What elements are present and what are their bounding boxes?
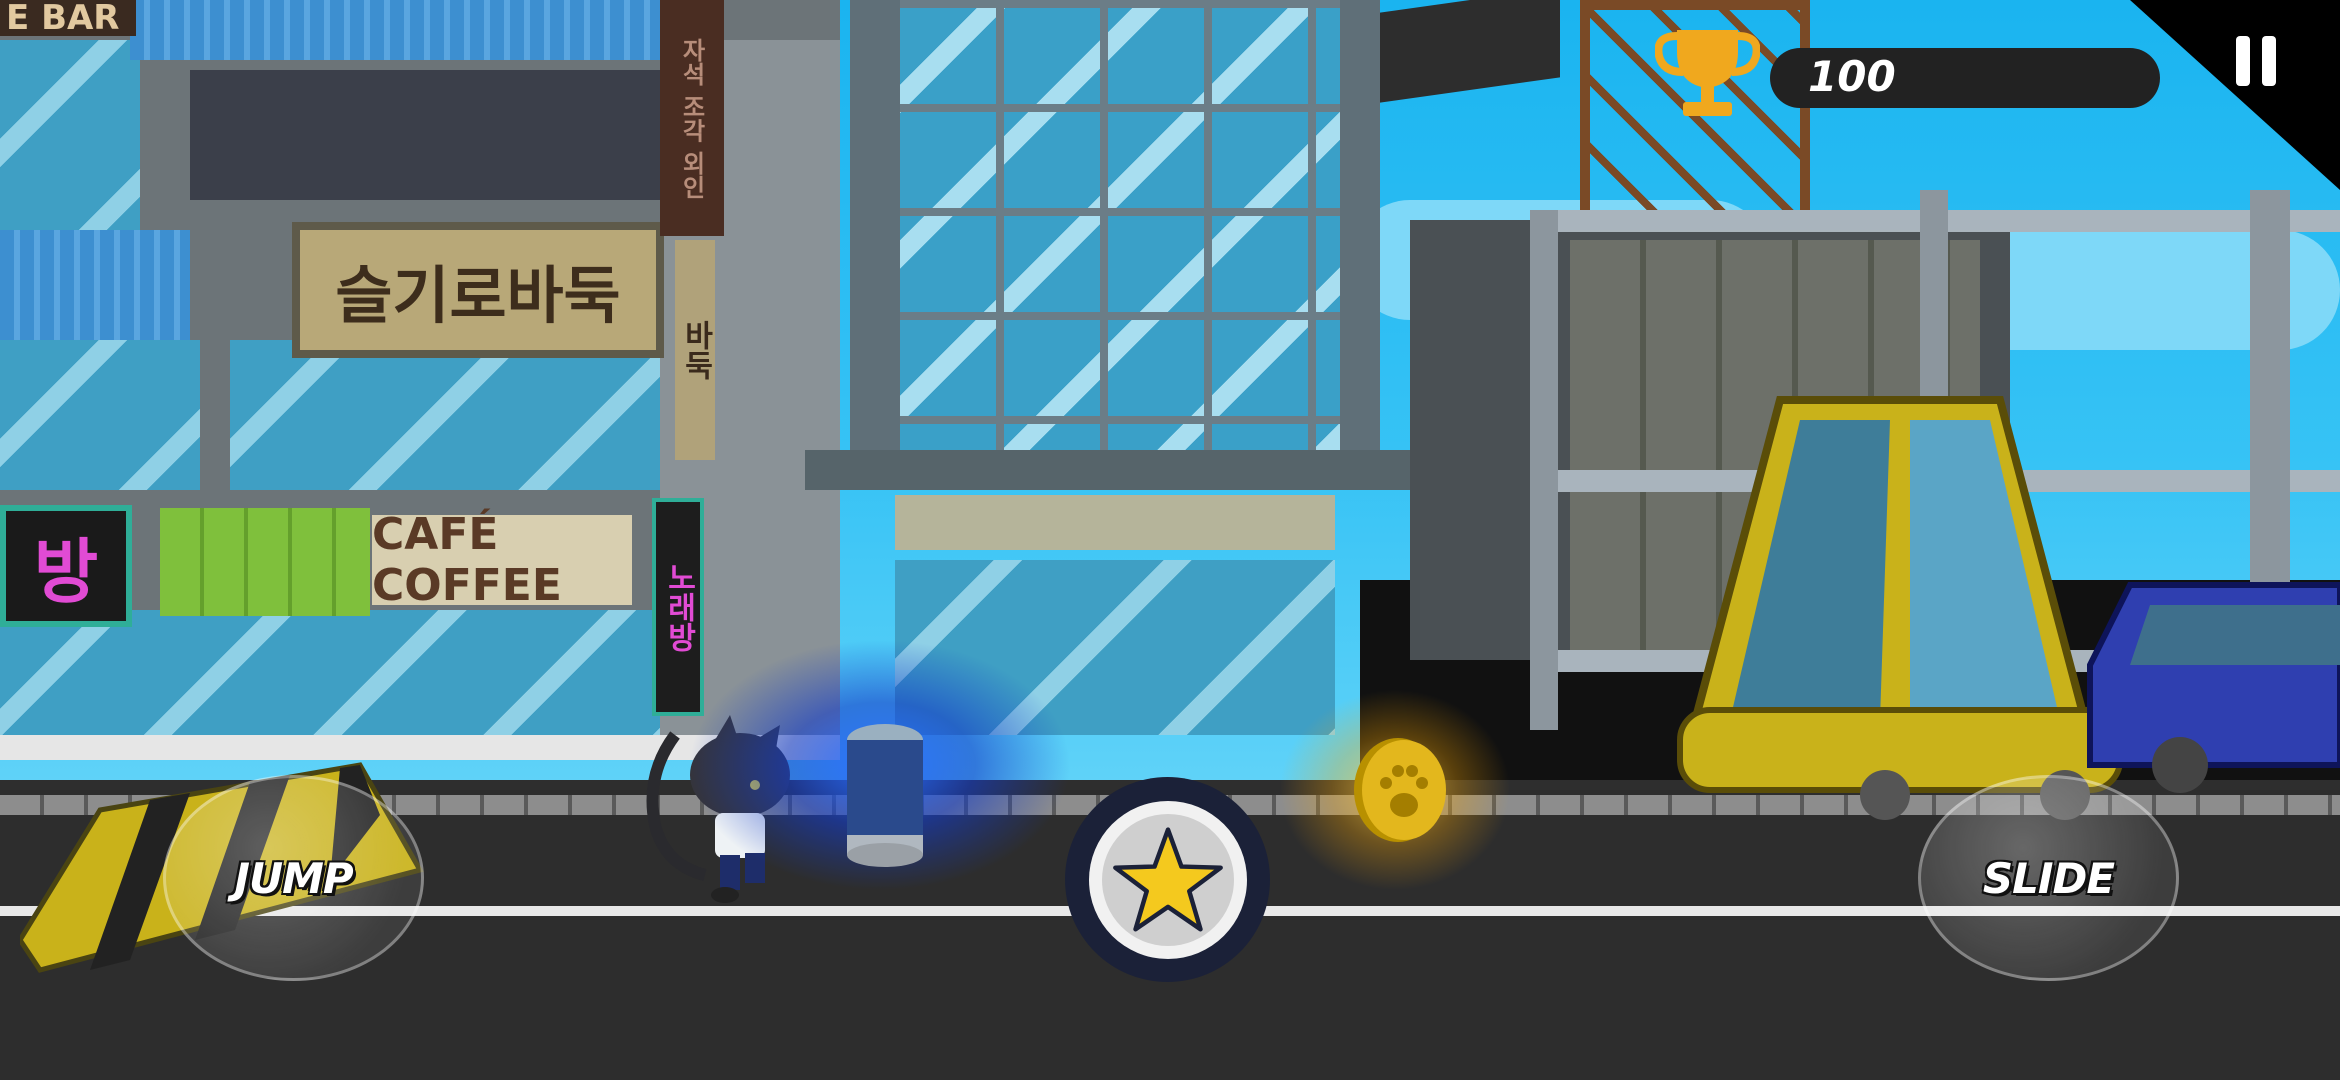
tower-glass <box>900 0 1340 450</box>
awning <box>0 230 190 340</box>
building-shadow <box>190 70 660 200</box>
score-value: 100 <box>1808 52 1896 101</box>
pause-corner-bg <box>2130 0 2340 190</box>
cafe-sign: CAFÉ COFFEE <box>372 509 632 611</box>
jump-label: JUMP <box>234 853 353 903</box>
bang-sign: 방 <box>0 505 132 627</box>
blue-car-obstacle <box>2087 582 2340 793</box>
tower-canopy <box>805 450 1415 490</box>
paw-coin <box>1354 738 1446 842</box>
vertical-sign: 자석 조각 외인 <box>660 0 724 236</box>
tower-entrance-header <box>895 495 1335 550</box>
baduk-sign: 슬기로바둑 <box>292 222 664 358</box>
scaffold-post <box>1530 210 1558 730</box>
slide-button[interactable]: SLIDE <box>1918 775 2179 981</box>
star-icon <box>1112 826 1223 932</box>
window <box>0 40 140 240</box>
green-awning <box>160 508 370 616</box>
trophy-icon <box>1654 22 1761 122</box>
bar-sign: E BAR <box>0 0 136 38</box>
special-ability-button[interactable] <box>1065 777 1270 982</box>
energy-drink-powerup <box>847 724 923 867</box>
window <box>230 340 660 490</box>
jump-button[interactable]: JUMP <box>163 775 424 981</box>
taxi-obstacle <box>1677 396 2123 820</box>
window <box>0 610 660 740</box>
awning <box>130 0 660 60</box>
pause-button[interactable] <box>2236 36 2288 92</box>
slide-label: SLIDE <box>1982 853 2115 903</box>
window <box>0 340 200 490</box>
pause-icon <box>2236 36 2276 92</box>
vertical-sign: 바둑 <box>675 240 715 460</box>
